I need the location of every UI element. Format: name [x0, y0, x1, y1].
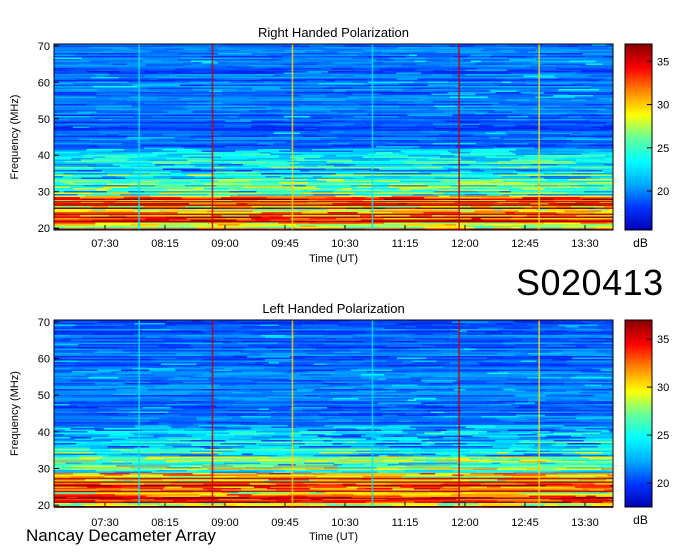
heatmap-band-line: [54, 200, 613, 203]
x-tick-label: 08:15: [151, 238, 179, 250]
y-tick-label: 70: [38, 41, 50, 53]
y-tick-label: 50: [38, 114, 50, 126]
vertical-stripe: [371, 44, 374, 230]
heatmap-band-line: [54, 204, 613, 207]
x-tick-label: 10:30: [331, 238, 359, 250]
vertical-stripe: [458, 44, 460, 230]
vertical-stripe: [138, 44, 140, 230]
colorbar-tick-label: 20: [657, 186, 669, 198]
chart-title: Right Handed Polarization: [258, 25, 409, 40]
vertical-stripe: [538, 44, 540, 230]
vertical-stripe: [211, 44, 214, 230]
x-tick-label: 09:00: [211, 238, 239, 250]
colorbar-label: dB: [633, 236, 648, 250]
x-tick-label: 12:45: [511, 238, 539, 250]
x-axis-label: Time (UT): [309, 253, 358, 265]
colorbar-tick-label: 25: [657, 143, 669, 155]
x-tick-label: 07:30: [91, 238, 119, 250]
x-tick-label: 09:45: [271, 238, 299, 250]
heatmap-band-line: [54, 220, 613, 223]
colorbar-tick-label: 35: [657, 56, 669, 68]
y-tick-label: 30: [38, 187, 50, 199]
y-tick-label: 60: [38, 77, 50, 89]
x-tick-label: 13:30: [571, 238, 599, 250]
y-axis-label: Frequency (MHz): [9, 95, 21, 180]
y-tick-label: 40: [38, 150, 50, 162]
heatmap-band-line: [54, 213, 613, 216]
y-tick-label: 20: [38, 223, 50, 235]
vertical-stripe: [291, 44, 294, 230]
x-tick-label: 11:15: [392, 238, 419, 250]
colorbar-tick-label: 30: [657, 100, 669, 112]
spectrogram-panel: [53, 43, 653, 231]
x-tick-label: 12:00: [451, 238, 479, 250]
spectrogram-panel: [53, 319, 653, 508]
